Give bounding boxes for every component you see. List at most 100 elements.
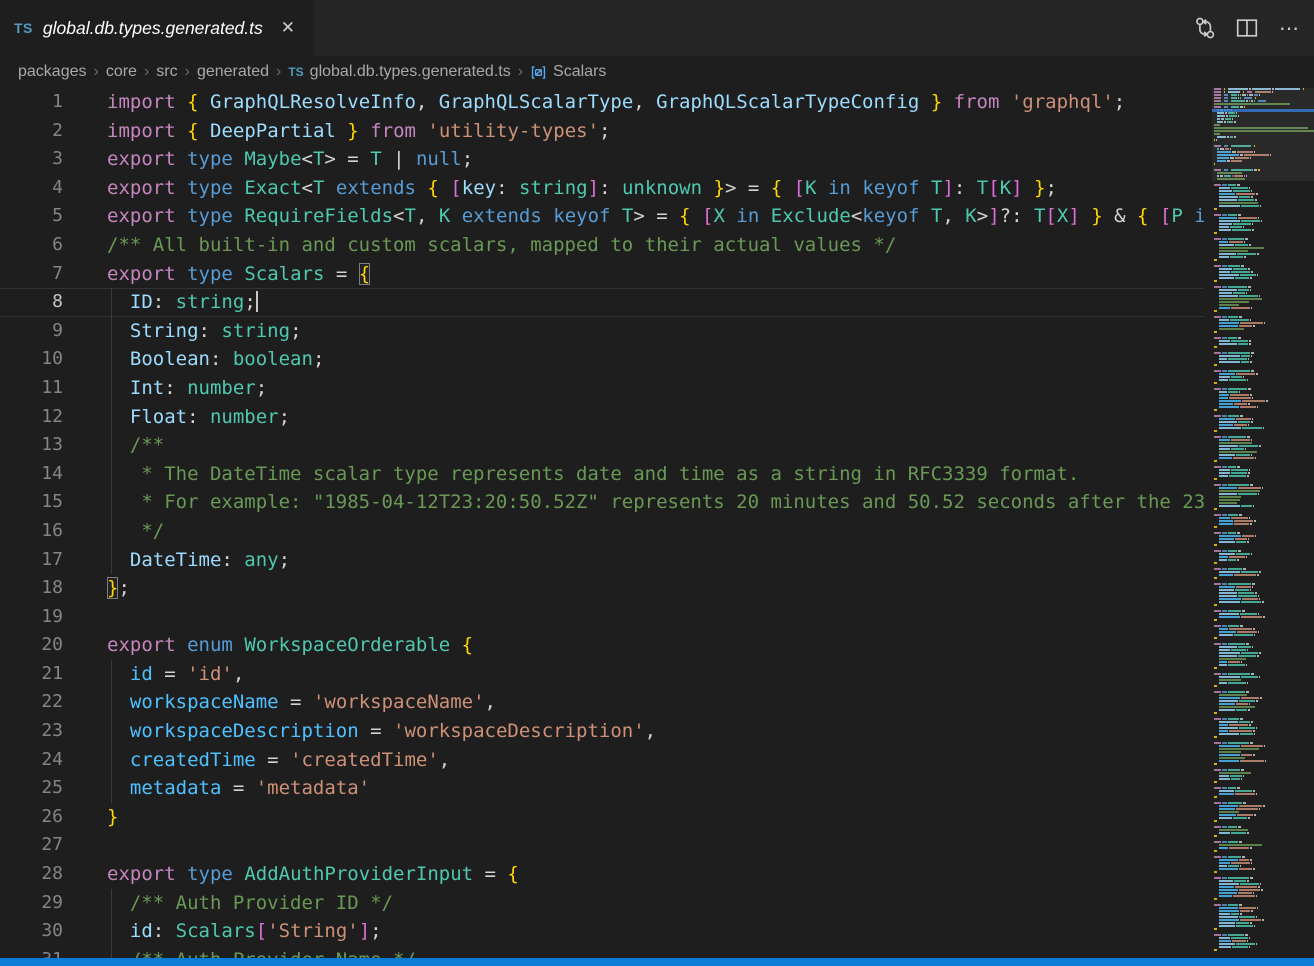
code-token: ; bbox=[1114, 91, 1125, 113]
code-token bbox=[851, 177, 862, 199]
more-actions-button[interactable]: ⋯ bbox=[1272, 12, 1306, 44]
code-line[interactable]: 21 id = 'id', bbox=[0, 660, 1204, 689]
line-number: 3 bbox=[0, 145, 63, 174]
code-token bbox=[1148, 205, 1159, 227]
indent-guide bbox=[111, 889, 112, 918]
code-line[interactable]: 26} bbox=[0, 803, 1204, 832]
code-token: T bbox=[931, 205, 942, 227]
code-line[interactable]: 8 ID: string; bbox=[0, 288, 1204, 317]
breadcrumb-item-src[interactable]: src bbox=[156, 63, 177, 81]
minimap-current-line-marker bbox=[1212, 109, 1314, 112]
code-token bbox=[324, 177, 335, 199]
code-token: 'workspaceDescription' bbox=[393, 720, 645, 742]
code-line[interactable]: 13 /** bbox=[0, 431, 1204, 460]
code-token: ] bbox=[588, 177, 599, 199]
code-text: /** All built-in and custom scalars, map… bbox=[63, 231, 896, 260]
code-text: DateTime: any; bbox=[63, 546, 290, 575]
line-number: 23 bbox=[0, 717, 63, 746]
code-line[interactable]: 5export type RequireFields<T, K extends … bbox=[0, 202, 1204, 231]
breadcrumb-item-packages[interactable]: packages bbox=[18, 63, 87, 81]
code-line[interactable]: 18}; bbox=[0, 574, 1204, 603]
code-line[interactable]: 10 Boolean: boolean; bbox=[0, 345, 1204, 374]
code-token bbox=[1023, 177, 1034, 199]
code-token bbox=[233, 205, 244, 227]
code-text: id = 'id', bbox=[63, 660, 244, 689]
code-line[interactable]: 17 DateTime: any; bbox=[0, 546, 1204, 575]
code-token: , bbox=[416, 91, 439, 113]
code-token: : bbox=[199, 320, 222, 342]
minimap-viewport-slider[interactable] bbox=[1212, 88, 1314, 181]
code-line[interactable]: 23 workspaceDescription = 'workspaceDesc… bbox=[0, 717, 1204, 746]
code-token: { bbox=[462, 634, 473, 656]
code-token bbox=[999, 91, 1010, 113]
code-token: WorkspaceOrderable bbox=[244, 634, 450, 656]
code-line[interactable]: 28export type AddAuthProviderInput = { bbox=[0, 860, 1204, 889]
code-token bbox=[817, 177, 828, 199]
code-line[interactable]: 7export type Scalars = { bbox=[0, 260, 1204, 289]
status-bar[interactable] bbox=[0, 958, 1314, 966]
minimap-content bbox=[1214, 88, 1314, 952]
vscode-window: TS global.db.types.generated.ts ✕ bbox=[0, 0, 1314, 966]
code-token: keyof bbox=[862, 177, 919, 199]
code-token: createdTime bbox=[130, 749, 256, 771]
breadcrumb-item-generated[interactable]: generated bbox=[197, 63, 269, 81]
code-token: } bbox=[107, 577, 118, 599]
code-token: /** Auth Provider Name */ bbox=[130, 949, 416, 958]
indent-guide bbox=[111, 660, 112, 689]
breadcrumb-separator-icon: › bbox=[178, 63, 197, 81]
breadcrumb-item-core[interactable]: core bbox=[106, 63, 137, 81]
code-line[interactable]: 22 workspaceName = 'workspaceName', bbox=[0, 688, 1204, 717]
code-text: /** Auth Provider Name */ bbox=[63, 946, 416, 958]
code-line[interactable]: 16 */ bbox=[0, 517, 1204, 546]
code-token bbox=[919, 205, 930, 227]
code-token bbox=[691, 205, 702, 227]
code-line[interactable]: 1import { GraphQLResolveInfo, GraphQLSca… bbox=[0, 88, 1204, 117]
code-line[interactable]: 11 Int: number; bbox=[0, 374, 1204, 403]
code-line[interactable]: 19 bbox=[0, 603, 1204, 632]
indent-guide bbox=[111, 774, 112, 803]
breadcrumb-item-global-db-types-generated-ts[interactable]: TSglobal.db.types.generated.ts bbox=[288, 63, 510, 81]
code-line[interactable]: 6/** All built-in and custom scalars, ma… bbox=[0, 231, 1204, 260]
code-token: key bbox=[462, 177, 496, 199]
code-line[interactable]: 2import { DeepPartial } from 'utility-ty… bbox=[0, 117, 1204, 146]
code-line[interactable]: 27 bbox=[0, 831, 1204, 860]
code-line[interactable]: 9 String: string; bbox=[0, 317, 1204, 346]
tab-global-db-types-generated-ts[interactable]: TS global.db.types.generated.ts ✕ bbox=[0, 0, 314, 56]
code-token: Scalars bbox=[176, 920, 256, 942]
split-editor-button[interactable] bbox=[1230, 12, 1264, 44]
code-text: export enum WorkspaceOrderable { bbox=[63, 631, 473, 660]
code-line[interactable]: 29 /** Auth Provider ID */ bbox=[0, 889, 1204, 918]
code-line[interactable]: 24 createdTime = 'createdTime', bbox=[0, 746, 1204, 775]
code-token: type bbox=[187, 863, 233, 885]
code-token bbox=[233, 634, 244, 656]
code-line[interactable]: 31 /** Auth Provider Name */ bbox=[0, 946, 1204, 958]
minimap[interactable] bbox=[1212, 88, 1314, 958]
code-line[interactable]: 4export type Exact<T extends { [key: str… bbox=[0, 174, 1204, 203]
code-token: { bbox=[771, 177, 782, 199]
line-number: 26 bbox=[0, 803, 63, 832]
code-token: enum bbox=[187, 634, 233, 656]
close-tab-icon[interactable]: ✕ bbox=[281, 18, 295, 38]
code-line[interactable]: 12 Float: number; bbox=[0, 403, 1204, 432]
code-line[interactable]: 25 metadata = 'metadata' bbox=[0, 774, 1204, 803]
line-number: 31 bbox=[0, 946, 63, 958]
code-line[interactable]: 30 id: Scalars['String']; bbox=[0, 917, 1204, 946]
line-number: 24 bbox=[0, 746, 63, 775]
code-area[interactable]: 1import { GraphQLResolveInfo, GraphQLSca… bbox=[0, 88, 1204, 958]
code-line[interactable]: 20export enum WorkspaceOrderable { bbox=[0, 631, 1204, 660]
code-line[interactable]: 3export type Maybe<T> = T | null; bbox=[0, 145, 1204, 174]
code-line[interactable]: 14 * The DateTime scalar type represents… bbox=[0, 460, 1204, 489]
breadcrumb-label: Scalars bbox=[553, 63, 606, 81]
line-number: 22 bbox=[0, 688, 63, 717]
code-token: Scalars bbox=[244, 263, 324, 285]
breadcrumb-item-scalars[interactable]: Scalars bbox=[530, 63, 606, 81]
code-line[interactable]: 15 * For example: "1985-04-12T23:20:50.5… bbox=[0, 488, 1204, 517]
code-token: } bbox=[1091, 205, 1102, 227]
code-token: String bbox=[130, 320, 199, 342]
code-text: * For example: "1985-04-12T23:20:50.52Z"… bbox=[63, 488, 1204, 517]
indent-guide bbox=[111, 345, 112, 374]
code-token bbox=[942, 91, 953, 113]
code-text: Boolean: boolean; bbox=[63, 345, 324, 374]
code-token: number bbox=[187, 377, 256, 399]
open-changes-button[interactable] bbox=[1188, 12, 1222, 44]
